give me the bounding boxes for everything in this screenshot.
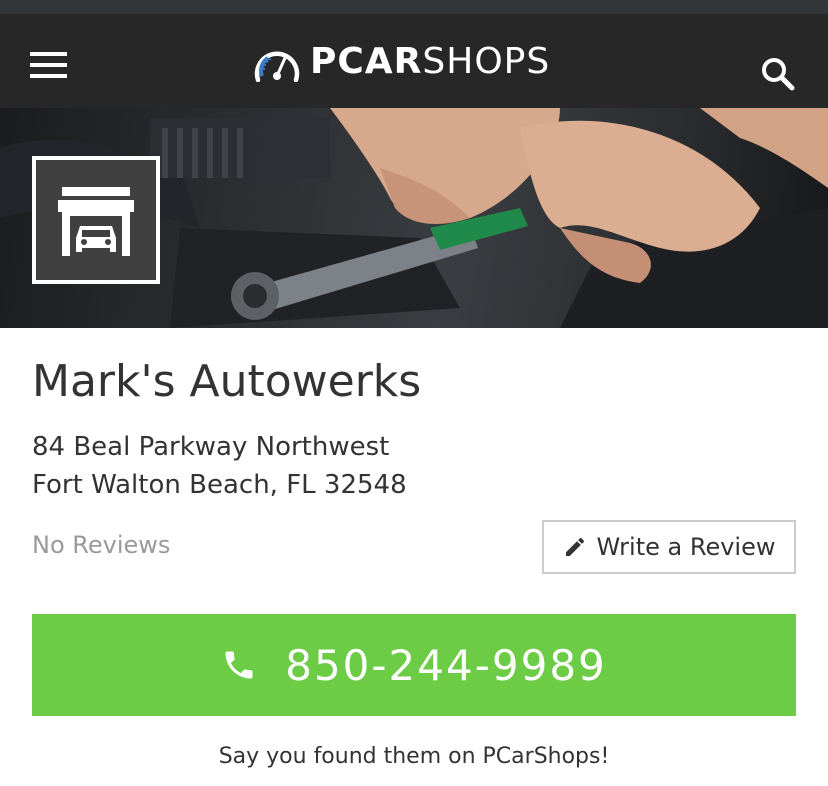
hamburger-menu-icon[interactable] — [30, 52, 67, 78]
write-review-label: Write a Review — [596, 533, 776, 561]
menu-line — [30, 52, 67, 56]
hero-banner — [0, 108, 828, 328]
found-on-note: Say you found them on PCarShops! — [218, 744, 610, 769]
garage-car-icon — [58, 187, 134, 256]
search-icon[interactable] — [760, 56, 796, 92]
phone-number: 850-244-9989 — [285, 640, 607, 690]
write-review-button[interactable]: Write a Review — [542, 520, 796, 574]
address-line-1: 84 Beal Parkway Northwest — [32, 432, 390, 462]
top-navigation-bar: PCARSHOPS — [0, 14, 828, 108]
shop-address: 84 Beal Parkway Northwest Fort Walton Be… — [32, 428, 407, 504]
pencil-icon — [565, 537, 584, 556]
menu-line — [30, 74, 67, 78]
logo-text-light: SHOPS — [422, 41, 551, 82]
reviews-count: No Reviews — [32, 531, 171, 559]
speedometer-logo-icon — [254, 51, 300, 82]
status-bar — [0, 0, 828, 14]
shop-name: Mark's Autowerks — [32, 356, 422, 407]
phone-icon — [225, 651, 253, 679]
pcarshops-logo[interactable]: PCARSHOPS — [252, 42, 550, 82]
logo-text-bold: PCAR — [310, 41, 423, 82]
menu-line — [30, 63, 67, 67]
call-phone-button[interactable]: 850-244-9989 — [32, 614, 796, 716]
logo-text: PCARSHOPS — [310, 42, 550, 82]
shop-icon-tile — [32, 156, 160, 284]
address-line-2: Fort Walton Beach, FL 32548 — [32, 470, 407, 500]
